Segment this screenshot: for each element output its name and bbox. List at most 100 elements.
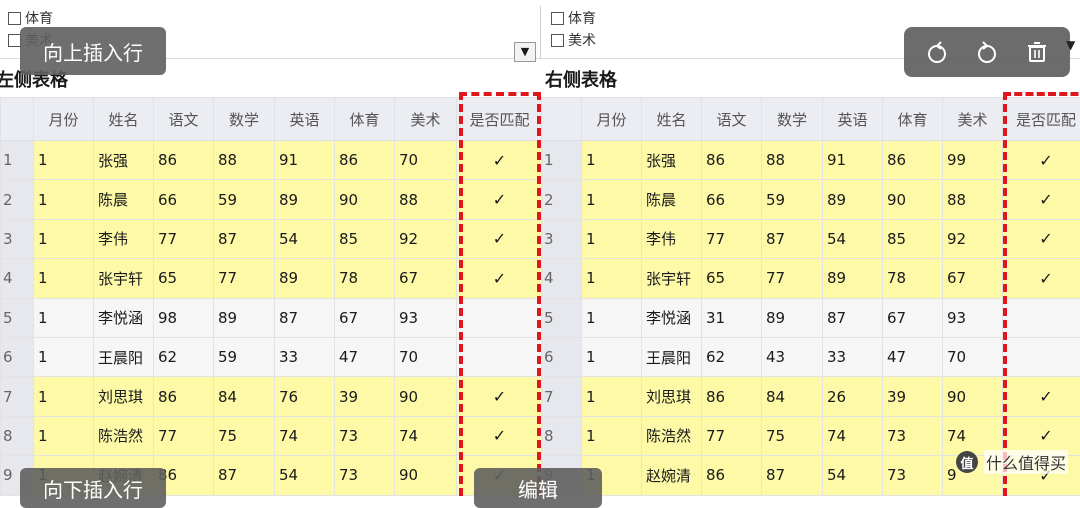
table-row[interactable]: 61王晨阳6259334770 xyxy=(1,337,543,376)
table-cell[interactable]: 84 xyxy=(762,377,823,416)
match-cell[interactable]: ✓ xyxy=(457,377,543,416)
table-row[interactable]: 41张宇轩6577897867✓ xyxy=(542,259,1080,298)
table-cell[interactable]: 1 xyxy=(582,337,642,376)
table-cell[interactable]: 77 xyxy=(702,219,762,258)
dropdown-arrow-icon[interactable]: ▼ xyxy=(514,42,536,62)
column-header[interactable]: 姓名 xyxy=(642,98,702,141)
table-row[interactable]: 11张强8688918670✓ xyxy=(1,141,543,180)
table-cell[interactable]: 89 xyxy=(823,180,883,219)
match-cell[interactable]: ✓ xyxy=(1003,259,1080,298)
table-cell[interactable]: 89 xyxy=(275,180,335,219)
table-cell[interactable]: 陈晨 xyxy=(642,180,702,219)
column-header[interactable]: 语文 xyxy=(702,98,762,141)
column-header[interactable]: 体育 xyxy=(883,98,943,141)
insert-row-above-button[interactable]: 向上插入行 xyxy=(20,27,166,75)
table-cell[interactable]: 66 xyxy=(154,180,214,219)
table-cell[interactable]: 93 xyxy=(943,298,1003,337)
table-cell[interactable]: 1 xyxy=(582,377,642,416)
table-cell[interactable]: 77 xyxy=(762,259,823,298)
filter-option-sports[interactable]: 体育 xyxy=(8,8,53,28)
table-cell[interactable]: 陈浩然 xyxy=(94,416,154,455)
table-cell[interactable]: 47 xyxy=(335,337,395,376)
table-cell[interactable]: 67 xyxy=(943,259,1003,298)
table-cell[interactable]: 86 xyxy=(883,141,943,180)
table-cell[interactable]: 90 xyxy=(395,456,457,495)
table-cell[interactable]: 39 xyxy=(335,377,395,416)
table-cell[interactable]: 73 xyxy=(883,456,943,495)
table-cell[interactable]: 90 xyxy=(943,377,1003,416)
column-header[interactable]: 月份 xyxy=(34,98,94,141)
column-header[interactable]: 体育 xyxy=(335,98,395,141)
table-cell[interactable]: 87 xyxy=(762,456,823,495)
table-cell[interactable]: 李伟 xyxy=(94,219,154,258)
table-cell[interactable]: 89 xyxy=(275,259,335,298)
table-cell[interactable]: 73 xyxy=(335,456,395,495)
table-cell[interactable]: 67 xyxy=(335,298,395,337)
table-cell[interactable]: 70 xyxy=(395,141,457,180)
table-cell[interactable]: 1 xyxy=(34,180,94,219)
table-cell[interactable]: 88 xyxy=(943,180,1003,219)
column-header[interactable]: 姓名 xyxy=(94,98,154,141)
table-cell[interactable]: 李悦涵 xyxy=(94,298,154,337)
table-cell[interactable]: 73 xyxy=(335,416,395,455)
table-row[interactable]: 71刘思琪8684763990✓ xyxy=(1,377,543,416)
table-cell[interactable]: 66 xyxy=(702,180,762,219)
table-cell[interactable]: 刘思琪 xyxy=(94,377,154,416)
table-cell[interactable]: 62 xyxy=(154,337,214,376)
table-cell[interactable]: 86 xyxy=(154,377,214,416)
table-cell[interactable]: 1 xyxy=(582,259,642,298)
table-cell[interactable]: 1 xyxy=(582,416,642,455)
table-cell[interactable]: 王晨阳 xyxy=(94,337,154,376)
table-row[interactable]: 51李悦涵3189876793 xyxy=(542,298,1080,337)
table-cell[interactable]: 59 xyxy=(762,180,823,219)
table-cell[interactable]: 张宇轩 xyxy=(94,259,154,298)
table-cell[interactable]: 89 xyxy=(762,298,823,337)
table-cell[interactable]: 75 xyxy=(214,416,275,455)
match-cell[interactable] xyxy=(457,337,543,376)
table-cell[interactable]: 1 xyxy=(34,298,94,337)
table-cell[interactable]: 85 xyxy=(335,219,395,258)
column-header-match[interactable]: 是否匹配 xyxy=(457,98,543,141)
table-cell[interactable]: 93 xyxy=(395,298,457,337)
table-cell[interactable]: 76 xyxy=(275,377,335,416)
checkbox[interactable] xyxy=(8,12,21,25)
table-cell[interactable]: 张强 xyxy=(642,141,702,180)
table-row[interactable]: 31李伟7787548592✓ xyxy=(1,219,543,258)
table-cell[interactable]: 89 xyxy=(214,298,275,337)
table-cell[interactable]: 86 xyxy=(154,141,214,180)
table-cell[interactable]: 75 xyxy=(762,416,823,455)
table-cell[interactable]: 33 xyxy=(823,337,883,376)
match-cell[interactable]: ✓ xyxy=(457,141,543,180)
column-header[interactable]: 数学 xyxy=(214,98,275,141)
table-row[interactable]: 31李伟7787548592✓ xyxy=(542,219,1080,258)
table-cell[interactable]: 87 xyxy=(214,456,275,495)
table-cell[interactable]: 54 xyxy=(275,456,335,495)
table-cell[interactable]: 90 xyxy=(335,180,395,219)
table-cell[interactable]: 73 xyxy=(883,416,943,455)
table-row[interactable]: 61王晨阳6243334770 xyxy=(542,337,1080,376)
table-cell[interactable]: 70 xyxy=(395,337,457,376)
table-cell[interactable]: 62 xyxy=(702,337,762,376)
checkbox[interactable] xyxy=(551,34,564,47)
trash-icon[interactable] xyxy=(1022,37,1052,67)
table-cell[interactable]: 88 xyxy=(395,180,457,219)
table-cell[interactable]: 39 xyxy=(883,377,943,416)
rotate-right-icon[interactable] xyxy=(972,37,1002,67)
match-cell[interactable]: ✓ xyxy=(457,416,543,455)
table-cell[interactable]: 74 xyxy=(823,416,883,455)
table-cell[interactable]: 1 xyxy=(582,141,642,180)
table-cell[interactable]: 78 xyxy=(883,259,943,298)
table-cell[interactable]: 1 xyxy=(34,377,94,416)
table-cell[interactable]: 92 xyxy=(395,219,457,258)
column-header[interactable]: 英语 xyxy=(823,98,883,141)
table-cell[interactable]: 92 xyxy=(943,219,1003,258)
table-cell[interactable]: 85 xyxy=(883,219,943,258)
table-cell[interactable]: 99 xyxy=(943,141,1003,180)
table-cell[interactable]: 张宇轩 xyxy=(642,259,702,298)
insert-row-below-button[interactable]: 向下插入行 xyxy=(20,468,166,508)
table-cell[interactable]: 84 xyxy=(214,377,275,416)
table-cell[interactable]: 87 xyxy=(823,298,883,337)
match-cell[interactable]: ✓ xyxy=(1003,180,1080,219)
table-cell[interactable]: 77 xyxy=(154,219,214,258)
table-cell[interactable]: 67 xyxy=(883,298,943,337)
